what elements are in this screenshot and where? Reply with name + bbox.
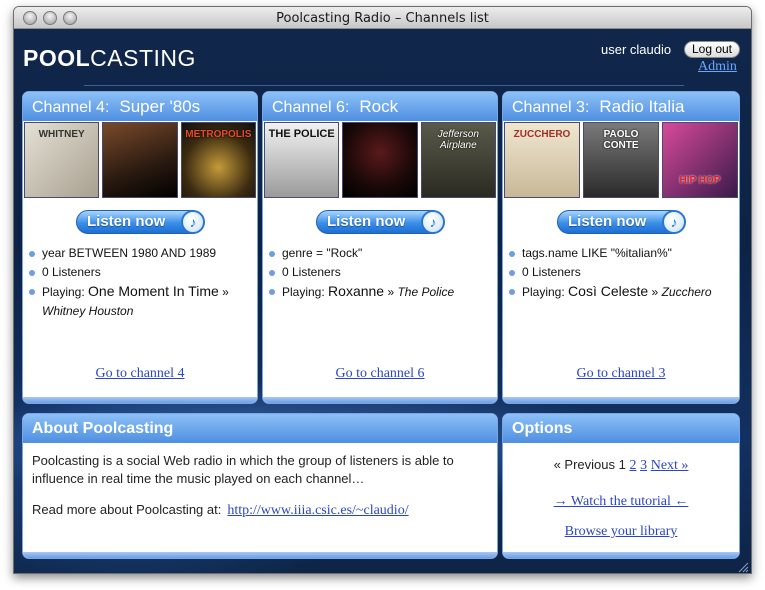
channel-info-list: genre = "Rock" 0 Listeners Playing: Roxa… xyxy=(269,244,497,302)
window-title: Poolcasting Radio – Channels list xyxy=(276,11,489,26)
album-cover: PAOLO CONTE xyxy=(583,122,659,198)
about-link[interactable]: http://www.iiia.csic.es/~claudio/ xyxy=(227,503,408,518)
about-panel: About Poolcasting Poolcasting is a socia… xyxy=(22,413,498,559)
channel-rule: year BETWEEN 1980 AND 1989 xyxy=(29,244,257,263)
panel-footer-bar xyxy=(503,397,739,403)
go-to-channel-link[interactable]: Go to channel 3 xyxy=(503,366,739,382)
pagination: « Previous 1 2 3 Next » xyxy=(503,457,739,474)
listener-count: 0 Listeners xyxy=(509,263,739,282)
listen-now-button[interactable]: Listen now ♪ xyxy=(76,210,205,234)
listen-now-button[interactable]: Listen now ♪ xyxy=(316,210,445,234)
header-divider xyxy=(84,85,684,86)
admin-link[interactable]: Admin xyxy=(698,59,737,75)
channel-header: Channel 3: Radio Italia xyxy=(503,92,739,121)
now-playing: Playing: Così Celeste » Zucchero xyxy=(509,282,739,302)
channel-panel-3: Channel 3: Radio Italia ZUCCHERO PAOLO CO… xyxy=(502,91,740,404)
panel-footer-bar xyxy=(23,397,257,403)
browse-library-link[interactable]: Browse your library xyxy=(565,524,678,539)
listener-count: 0 Listeners xyxy=(29,263,257,282)
panel-footer-bar xyxy=(23,552,497,558)
album-cover: Jefferson Airplane xyxy=(420,122,496,198)
channel-name: Super '80s xyxy=(119,97,201,116)
channel-panel-4: Channel 4: Super '80s WHITNEY METROPOLIS … xyxy=(22,91,258,404)
channel-info-list: tags.name LIKE "%italian%" 0 Listeners P… xyxy=(509,244,739,302)
listener-count: 0 Listeners xyxy=(269,263,497,282)
album-cover: METROPOLIS xyxy=(180,122,256,198)
about-description: Poolcasting is a social Web radio in whi… xyxy=(32,453,454,486)
album-covers: WHITNEY METROPOLIS xyxy=(23,121,257,198)
channel-name: Radio Italia xyxy=(599,97,685,116)
go-to-channel-link[interactable]: Go to channel 4 xyxy=(23,366,257,382)
channel-rule: tags.name LIKE "%italian%" xyxy=(509,244,739,263)
options-panel: Options « Previous 1 2 3 Next » → Watch … xyxy=(502,413,740,559)
channel-panel-6: Channel 6: Rock THE POLICE Jefferson Airp… xyxy=(262,91,498,404)
page-content: POOLCASTING user claudio Log out Admin C… xyxy=(14,29,751,573)
album-cover: HIP HOP xyxy=(662,122,738,198)
channel-name: Rock xyxy=(359,97,399,116)
next-page-link[interactable]: Next » xyxy=(651,458,689,473)
previous-page-label: « Previous xyxy=(553,457,615,472)
channel-header: Channel 6: Rock xyxy=(263,92,497,121)
resize-grip-icon[interactable] xyxy=(737,561,749,573)
channel-info-list: year BETWEEN 1980 AND 1989 0 Listeners P… xyxy=(29,244,257,321)
poolcasting-logo: POOLCASTING xyxy=(23,45,196,71)
music-note-icon: ♪ xyxy=(421,210,445,234)
album-cover: THE POLICE xyxy=(264,122,340,198)
browser-window: Poolcasting Radio – Channels list POOLCA… xyxy=(13,6,752,574)
about-title: About Poolcasting xyxy=(23,414,497,443)
page-3-link[interactable]: 3 xyxy=(640,458,647,473)
user-label: user claudio xyxy=(601,42,672,57)
album-cover xyxy=(102,122,178,198)
album-covers: THE POLICE Jefferson Airplane xyxy=(263,121,497,198)
listen-now-button[interactable]: Listen now ♪ xyxy=(557,210,686,234)
title-bar[interactable]: Poolcasting Radio – Channels list xyxy=(14,7,751,29)
album-cover: ZUCCHERO xyxy=(504,122,580,198)
music-note-icon: ♪ xyxy=(662,210,686,234)
about-read-more: Read more about Poolcasting at: http://ww… xyxy=(32,502,409,518)
now-playing: Playing: One Moment In Time » Whitney Ho… xyxy=(29,282,257,321)
album-covers: ZUCCHERO PAOLO CONTE HIP HOP xyxy=(503,121,739,198)
album-cover: WHITNEY xyxy=(24,122,100,198)
album-cover xyxy=(342,122,418,198)
current-page: 1 xyxy=(618,457,626,472)
panel-footer-bar xyxy=(503,552,739,558)
channel-rule: genre = "Rock" xyxy=(269,244,497,263)
music-note-icon: ♪ xyxy=(181,210,205,234)
now-playing: Playing: Roxanne » The Police xyxy=(269,282,497,302)
watch-tutorial-link[interactable]: → Watch the tutorial ← xyxy=(554,494,689,509)
panel-footer-bar xyxy=(263,397,497,403)
channel-header: Channel 4: Super '80s xyxy=(23,92,257,121)
logout-button[interactable]: Log out xyxy=(684,41,740,58)
options-title: Options xyxy=(503,414,739,443)
page-2-link[interactable]: 2 xyxy=(629,458,636,473)
go-to-channel-link[interactable]: Go to channel 6 xyxy=(263,366,497,382)
